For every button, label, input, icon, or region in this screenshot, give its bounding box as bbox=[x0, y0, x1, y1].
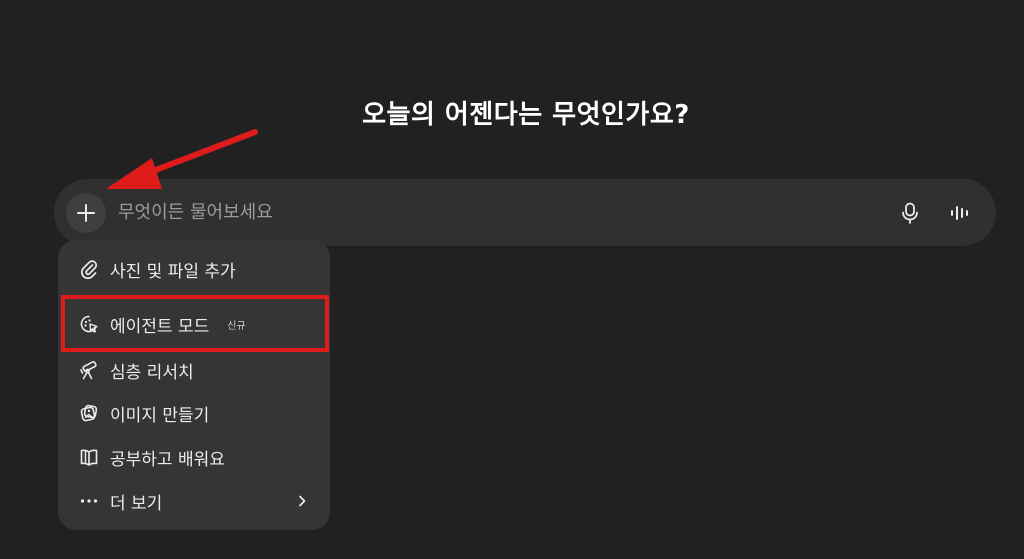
chat-home-screen: 오늘의 어젠다는 무엇인가요? 사진 bbox=[0, 0, 1024, 559]
menu-item-label: 에이전트 모드 bbox=[110, 316, 210, 337]
microphone-icon bbox=[902, 202, 918, 224]
plus-icon bbox=[77, 204, 95, 222]
attachment-tools-menu: 사진 및 파일 추가 에이전트 모드 신규 심층 리서치 이미지 만들기 공부하… bbox=[58, 240, 330, 530]
menu-item-deep-research[interactable]: 심층 리서치 bbox=[58, 350, 330, 390]
attach-plus-button[interactable] bbox=[66, 193, 106, 233]
menu-item-label: 사진 및 파일 추가 bbox=[110, 261, 236, 282]
prompt-input[interactable] bbox=[118, 196, 858, 228]
menu-item-label: 심층 리서치 bbox=[110, 362, 194, 383]
menu-item-label: 더 보기 bbox=[110, 493, 163, 514]
menu-item-label: 공부하고 배워요 bbox=[110, 449, 225, 470]
menu-item-study-learn[interactable]: 공부하고 배워요 bbox=[58, 437, 330, 477]
agent-cursor-icon bbox=[78, 313, 100, 335]
page-headline: 오늘의 어젠다는 무엇인가요? bbox=[362, 100, 690, 130]
voice-mode-button[interactable] bbox=[946, 199, 974, 227]
menu-item-agent-mode[interactable]: 에이전트 모드 신규 bbox=[58, 304, 330, 344]
menu-item-add-photos-files[interactable]: 사진 및 파일 추가 bbox=[58, 249, 330, 289]
new-badge: 신규 bbox=[227, 320, 246, 332]
menu-item-label: 이미지 만들기 bbox=[110, 405, 210, 426]
image-create-icon bbox=[78, 402, 100, 424]
more-dots-icon bbox=[78, 490, 100, 512]
paperclip-icon bbox=[78, 258, 100, 280]
open-book-icon bbox=[78, 446, 100, 468]
menu-item-create-image[interactable]: 이미지 만들기 bbox=[58, 393, 330, 433]
voice-waveform-icon bbox=[951, 206, 968, 220]
dictate-button[interactable] bbox=[896, 199, 924, 227]
chevron-right-icon bbox=[292, 491, 312, 511]
telescope-icon bbox=[78, 359, 100, 381]
menu-item-more[interactable]: 더 보기 bbox=[58, 481, 330, 521]
